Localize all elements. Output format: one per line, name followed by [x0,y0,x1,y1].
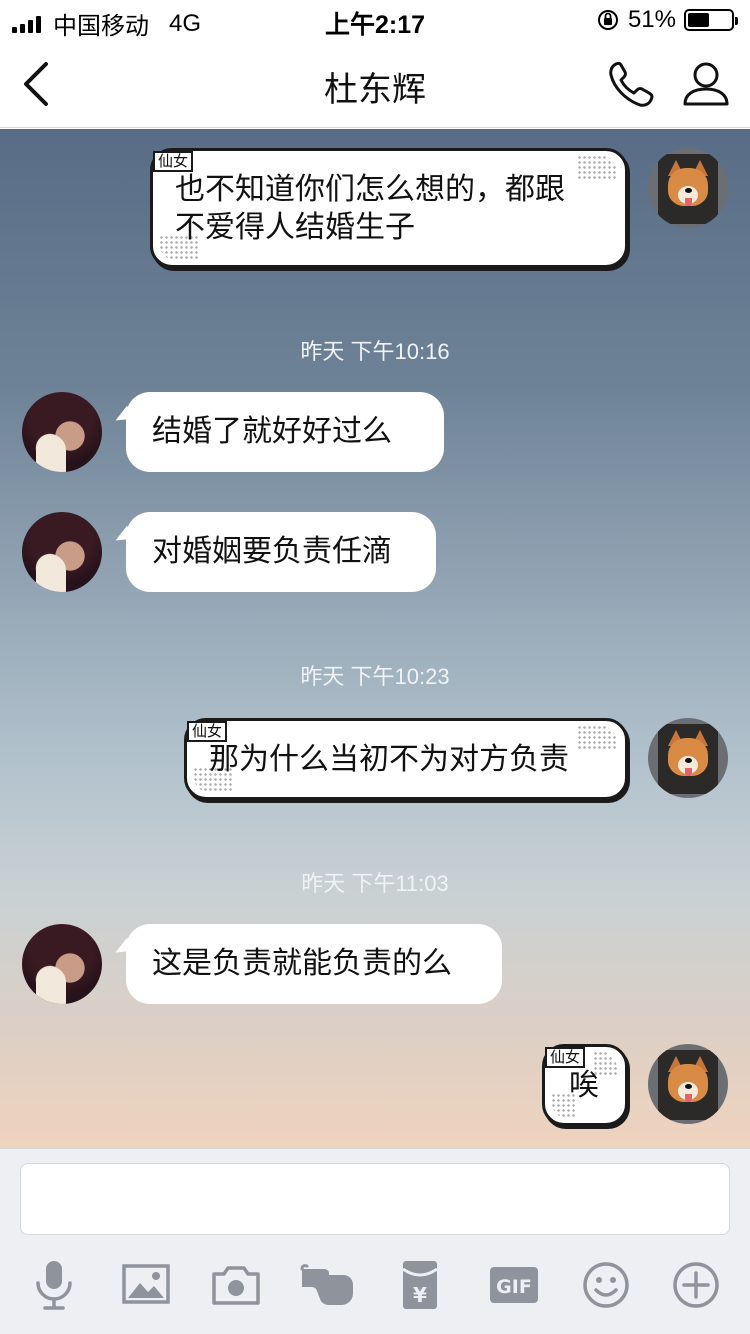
incoming-message-bubble[interactable]: 这是负责就能负责的么 [126,924,502,1004]
emoji-button[interactable] [578,1257,634,1313]
poke-button[interactable] [298,1257,358,1313]
camera-icon [212,1266,260,1305]
person-icon [683,62,729,106]
image-button[interactable] [118,1257,174,1313]
outgoing-message-bubble[interactable]: 仙女 也不知道你们怎么想的，都跟 不爱得人结婚生子 [150,148,628,268]
bubble-tag: 仙女 [187,721,228,742]
message-input[interactable] [20,1163,730,1235]
timestamp: 昨天 下午10:16 [300,339,450,364]
red-packet-icon: ¥ [402,1261,438,1309]
my-avatar[interactable] [648,1044,728,1124]
message-text: 唉 [569,1069,599,1102]
battery-percent: 51% [627,6,676,33]
timestamp: 昨天 下午11:03 [301,871,449,896]
message-text: 对婚姻要负责任滴 [152,535,392,568]
input-toolbar: ¥ GIF [0,1257,750,1317]
phone-icon [609,61,654,107]
contact-avatar[interactable] [22,924,102,1004]
gif-icon: GIF [490,1267,538,1303]
red-packet-symbol: ¥ [413,1283,427,1307]
image-icon [122,1264,170,1304]
message-text: 结婚了就好好过么 [152,415,392,448]
message-text: 不爱得人结婚生子 [175,211,415,244]
poke-hand-icon [300,1264,353,1305]
input-area: ¥ GIF [0,1148,750,1334]
outgoing-message-bubble[interactable]: 仙女 唉 [542,1044,628,1126]
timestamp: 昨天 下午10:23 [300,664,450,689]
my-avatar[interactable] [648,148,728,228]
more-button[interactable] [668,1257,724,1313]
message-text: 这是负责就能负责的么 [152,947,452,980]
message-text: 那为什么当初不为对方负责 [209,743,569,776]
rotation-lock-icon [597,10,618,30]
camera-button[interactable] [208,1257,264,1313]
gif-button[interactable]: GIF [486,1257,542,1313]
plus-icon [673,1262,719,1308]
nav-bar: 杜东辉 [0,40,750,128]
chat-area[interactable]: 仙女 也不知道你们怎么想的，都跟 不爱得人结婚生子 昨天 下午10:16 结婚了… [0,129,750,1148]
status-right: 51% [596,6,738,34]
microphone-icon [36,1261,72,1310]
contact-avatar[interactable] [22,512,102,592]
gif-label: GIF [496,1276,532,1298]
bubble-tag: 仙女 [153,151,194,172]
bubble-tag: 仙女 [545,1047,586,1068]
outgoing-message-bubble[interactable]: 仙女 那为什么当初不为对方负责 [184,718,628,800]
call-button[interactable] [604,58,660,112]
voice-button[interactable] [26,1257,82,1313]
status-bar: 中国移动 4G 上午2:17 51% [0,0,750,40]
contact-avatar[interactable] [22,392,102,472]
battery-icon [684,9,738,31]
emoji-icon [583,1262,629,1308]
my-avatar[interactable] [648,718,728,798]
red-packet-button[interactable]: ¥ [392,1257,448,1313]
incoming-message-bubble[interactable]: 结婚了就好好过么 [126,392,444,472]
profile-button[interactable] [680,58,732,112]
incoming-message-bubble[interactable]: 对婚姻要负责任滴 [126,512,436,592]
message-text: 也不知道你们怎么想的，都跟 [175,173,565,206]
